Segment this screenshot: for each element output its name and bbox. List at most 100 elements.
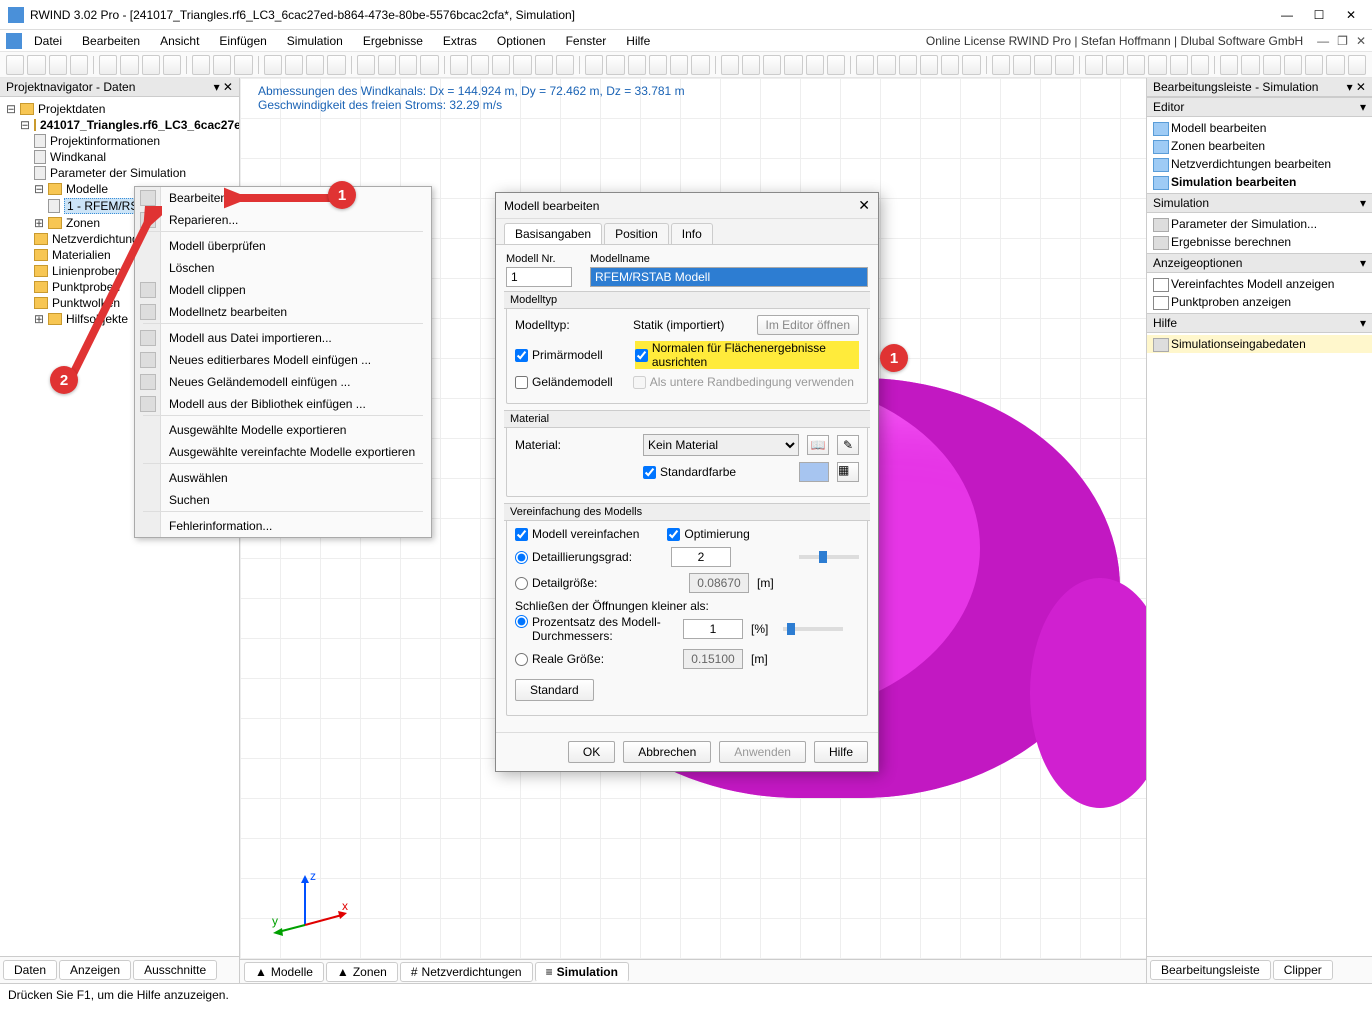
toolbar-button-33[interactable]	[763, 55, 781, 75]
toolbar-button-28[interactable]	[649, 55, 667, 75]
reale-radio[interactable]: Reale Größe:	[515, 652, 675, 666]
toolbar-button-52[interactable]	[1191, 55, 1209, 75]
close-button[interactable]: ✕	[1344, 8, 1358, 22]
toolbar-button-31[interactable]	[721, 55, 739, 75]
stdfarbe-checkbox[interactable]: Standardfarbe	[643, 465, 736, 479]
color-swatch[interactable]	[799, 462, 829, 482]
toolbar-button-11[interactable]	[264, 55, 282, 75]
ctx-item-12[interactable]: Auswählen	[135, 467, 431, 489]
toolbar-button-7[interactable]	[163, 55, 181, 75]
tab-position[interactable]: Position	[604, 223, 669, 244]
proz-input[interactable]	[683, 619, 743, 639]
detgrad-radio[interactable]: Detaillierungsgrad:	[515, 550, 632, 564]
mdi-restore[interactable]: ❐	[1337, 34, 1348, 48]
nav-tab-ausschnitte[interactable]: Ausschnitte	[133, 960, 217, 980]
material-new-button[interactable]: ✎	[837, 435, 859, 455]
tab-basis[interactable]: Basisangaben	[504, 223, 602, 244]
toolbar-button-27[interactable]	[628, 55, 646, 75]
editor-item-modell[interactable]: Modell bearbeiten	[1147, 119, 1372, 137]
toolbar-button-56[interactable]	[1284, 55, 1302, 75]
context-menu[interactable]: Bearbeiten...Reparieren...Modell überprü…	[134, 186, 432, 538]
menu-simulation[interactable]: Simulation	[277, 30, 353, 52]
editor-item-simulation[interactable]: Simulation bearbeiten	[1147, 173, 1372, 191]
material-lib-button[interactable]: 📖	[807, 435, 829, 455]
material-select[interactable]: Kein Material	[643, 434, 799, 456]
toolbar-button-12[interactable]	[285, 55, 303, 75]
menu-fenster[interactable]: Fenster	[556, 30, 617, 52]
toolbar-button-45[interactable]	[1034, 55, 1052, 75]
section-anzeige-hdr[interactable]: Anzeigeoptionen▾	[1147, 253, 1372, 273]
maximize-button[interactable]: ☐	[1312, 8, 1326, 22]
color-grid-button[interactable]: ▦	[837, 462, 859, 482]
proz-radio[interactable]: Prozentsatz des Modell-Durchmessers:	[515, 615, 675, 643]
toolbar-button-18[interactable]	[420, 55, 438, 75]
tree-root[interactable]: Projektdaten	[38, 102, 105, 116]
toolbar-button-59[interactable]	[1348, 55, 1366, 75]
modellnr-input[interactable]	[506, 267, 572, 287]
ctx-item-13[interactable]: Suchen	[135, 489, 431, 515]
sim-item-berechnen[interactable]: Ergebnisse berechnen	[1147, 233, 1372, 251]
anzeige-item-punkt[interactable]: Punktproben anzeigen	[1147, 293, 1372, 311]
toolbar-button-37[interactable]	[856, 55, 874, 75]
toolbar-button-35[interactable]	[806, 55, 824, 75]
toolbar-button-3[interactable]	[70, 55, 88, 75]
toolbar-button-41[interactable]	[941, 55, 959, 75]
menu-ergebnisse[interactable]: Ergebnisse	[353, 30, 433, 52]
mdi-minimize[interactable]: —	[1317, 34, 1329, 48]
ctx-item-3[interactable]: Löschen	[135, 257, 431, 279]
toolbar-button-19[interactable]	[450, 55, 468, 75]
toolbar-button-36[interactable]	[827, 55, 845, 75]
section-sim-hdr[interactable]: Simulation▾	[1147, 193, 1372, 213]
toolbar-button-53[interactable]	[1220, 55, 1238, 75]
detgroesse-radio[interactable]: Detailgröße:	[515, 576, 597, 590]
toolbar-button-44[interactable]	[1013, 55, 1031, 75]
toolbar-button-1[interactable]	[27, 55, 45, 75]
nav-tab-daten[interactable]: Daten	[3, 960, 57, 980]
standard-button[interactable]: Standard	[515, 679, 594, 701]
right-tab-clipper[interactable]: Clipper	[1273, 960, 1333, 980]
ctx-item-1[interactable]: Reparieren...	[135, 209, 431, 235]
modellname-input[interactable]	[590, 267, 868, 287]
mdi-close[interactable]: ✕	[1356, 34, 1366, 48]
toolbar-button-5[interactable]	[120, 55, 138, 75]
ctx-item-7[interactable]: Neues editierbares Modell einfügen ...	[135, 349, 431, 371]
toolbar-button-50[interactable]	[1148, 55, 1166, 75]
vereinf-checkbox[interactable]: Modell vereinfachen	[515, 527, 639, 541]
detgrad-input[interactable]	[671, 547, 731, 567]
toolbar-button-22[interactable]	[513, 55, 531, 75]
toolbar-button-15[interactable]	[357, 55, 375, 75]
toolbar-button-21[interactable]	[492, 55, 510, 75]
primaer-checkbox[interactable]: Primärmodell	[515, 348, 603, 362]
ctx-item-8[interactable]: Neues Geländemodell einfügen ...	[135, 371, 431, 393]
dialog-close-button[interactable]: ✕	[858, 197, 870, 214]
toolbar-button-17[interactable]	[399, 55, 417, 75]
ctx-item-5[interactable]: Modellnetz bearbeiten	[135, 301, 431, 327]
toolbar-button-29[interactable]	[670, 55, 688, 75]
toolbar-button-55[interactable]	[1263, 55, 1281, 75]
panel-toggle-right[interactable]: ▾ ✕	[1347, 80, 1366, 94]
menu-ansicht[interactable]: Ansicht	[150, 30, 209, 52]
toolbar-button-38[interactable]	[877, 55, 895, 75]
apply-button[interactable]: Anwenden	[719, 741, 806, 763]
minimize-button[interactable]: —	[1280, 8, 1294, 22]
tab-info[interactable]: Info	[671, 223, 713, 244]
toolbar-button-25[interactable]	[585, 55, 603, 75]
view-tab-zonen[interactable]: ▲ Zonen	[326, 962, 398, 982]
toolbar-button-42[interactable]	[962, 55, 980, 75]
normalen-checkbox[interactable]: Normalen für Flächenergebnisse ausrichte…	[635, 341, 859, 369]
section-hilfe-hdr[interactable]: Hilfe▾	[1147, 313, 1372, 333]
menu-hilfe[interactable]: Hilfe	[616, 30, 660, 52]
toolbar-button-43[interactable]	[992, 55, 1010, 75]
sim-item-param[interactable]: Parameter der Simulation...	[1147, 215, 1372, 233]
nav-tab-anzeigen[interactable]: Anzeigen	[59, 960, 131, 980]
toolbar-button-0[interactable]	[6, 55, 24, 75]
proz-slider[interactable]	[783, 627, 843, 631]
toolbar-button-34[interactable]	[784, 55, 802, 75]
view-tab-simulation[interactable]: ≡ Simulation	[535, 962, 629, 982]
toolbar-button-4[interactable]	[99, 55, 117, 75]
toolbar-button-58[interactable]	[1326, 55, 1344, 75]
toolbar-button-23[interactable]	[535, 55, 553, 75]
panel-toggle[interactable]: ▾ ✕	[214, 80, 233, 94]
toolbar-button-9[interactable]	[213, 55, 231, 75]
ctx-item-4[interactable]: Modell clippen	[135, 279, 431, 301]
